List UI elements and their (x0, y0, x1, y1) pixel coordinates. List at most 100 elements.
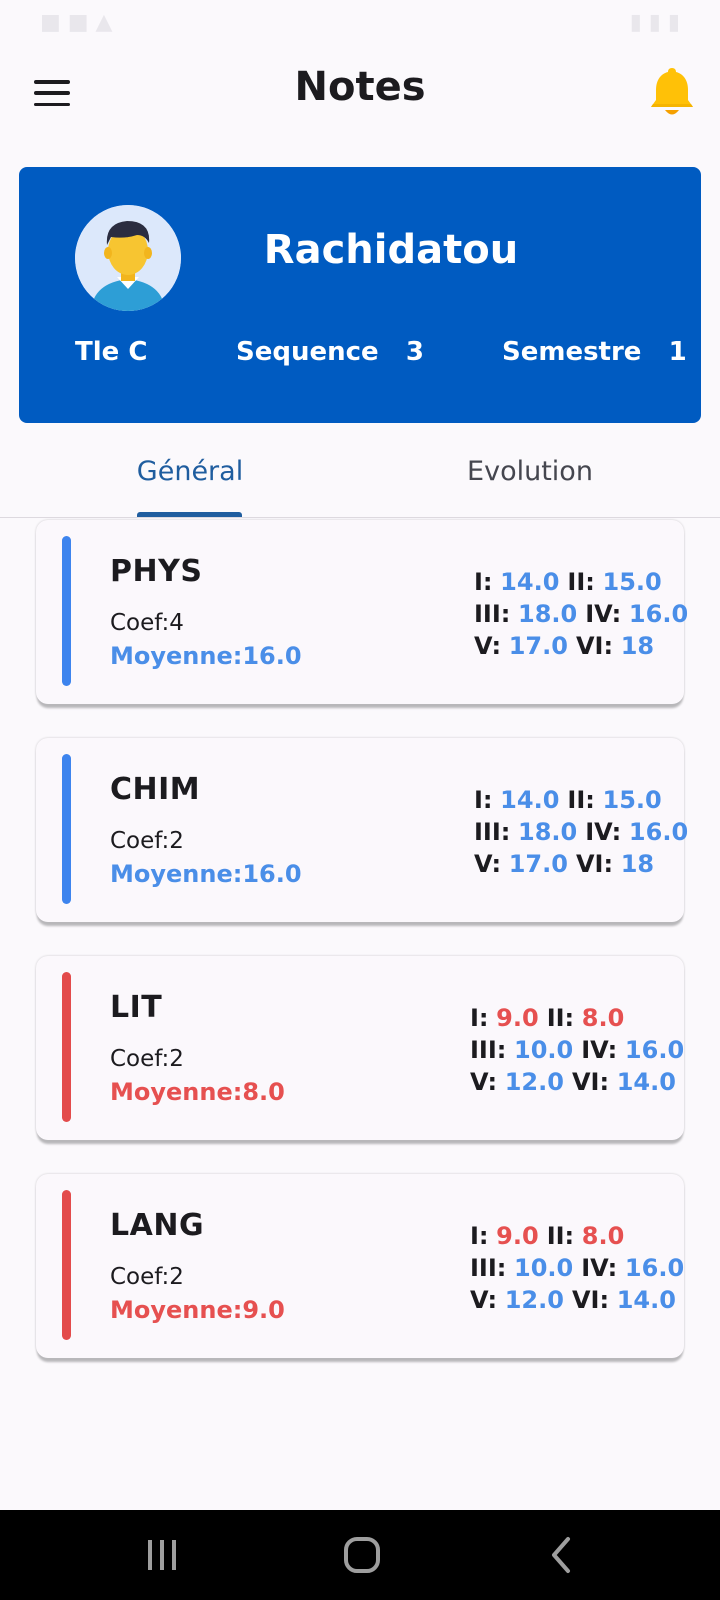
tab-indicator (137, 512, 242, 517)
grade-value: 16.0 (628, 600, 689, 628)
grade-row: III: 18.0 IV: 16.0 (474, 598, 688, 630)
grade-value: 8.0 (581, 1222, 625, 1250)
grade-label: V: (470, 1068, 498, 1096)
grade-label: V: (470, 1286, 498, 1314)
grade-value: 18.0 (518, 818, 578, 846)
subject-card[interactable]: PHYS Coef:4 Moyenne:16.0 I: 14.0 II: 15.0 III… (36, 520, 688, 704)
grade-value: 15.0 (602, 786, 662, 814)
sequence-grades: I: 9.0 II: 8.0 III: 10.0 IV: 16.0 V: 12.0 VI:… (470, 1002, 684, 1098)
back-icon[interactable] (532, 1530, 592, 1580)
grade-label: IV: (581, 1254, 618, 1282)
grade-row: I: 14.0 II: 15.0 (474, 566, 674, 598)
student-sequence: Sequence 3 (236, 337, 424, 367)
grade-row: III: 10.0 IV: 16.0 (470, 1034, 684, 1066)
grade-value: 17.0 (508, 850, 568, 878)
grade-label: I: (470, 1004, 489, 1032)
grade-value: 10.0 (514, 1254, 574, 1282)
grade-row: I: 9.0 II: 8.0 (470, 1002, 670, 1034)
grade-value: 17.0 (508, 632, 568, 660)
subject-list-viewport[interactable]: MATHCoef:6Moyenne:16.0I: 14.0II: 15.0III… (0, 518, 720, 1510)
grade-label: III: (470, 1036, 507, 1064)
grade-label: VI: (575, 850, 614, 878)
status-system-icons: ▮ ▮ ▮ (629, 9, 680, 35)
status-left: ■ ■ ▲ (40, 10, 112, 35)
grade-value: 16.0 (624, 1036, 685, 1064)
grade-label: VI: (571, 1286, 610, 1314)
grade-value: 10.0 (514, 1036, 574, 1064)
student-class: Tle C (75, 337, 148, 367)
grade-value: 14.0 (500, 786, 560, 814)
status-right: ▮ ▮ ▮ (630, 10, 680, 35)
grade-row: V: 17.0 VI: 18 (474, 848, 674, 880)
grade-row: V: 12.0 VI: 14.0 (470, 1284, 676, 1316)
grade-value: 9.0 (496, 1004, 539, 1032)
grade-value: 18 (620, 632, 655, 660)
grade-row: I: 14.0 II: 15.0 (474, 784, 674, 816)
grade-label: II: (567, 786, 595, 814)
grade-value: 8.0 (581, 1004, 625, 1032)
grade-label: II: (546, 1004, 575, 1032)
sequence-grades: I: 14.0 II: 15.0 III: 18.0 IV: 16.0 V: 17.0 V… (474, 566, 688, 662)
grade-value: 14.0 (616, 1068, 676, 1096)
grade-value: 16.0 (624, 1254, 685, 1282)
home-icon[interactable] (332, 1530, 392, 1580)
status-bar: ■ ■ ▲ ▮ ▮ ▮ (0, 0, 720, 44)
grade-row: III: 10.0 IV: 16.0 (470, 1252, 684, 1284)
subject-average: Moyenne:16.0 (110, 642, 302, 670)
grade-value: 18.0 (518, 600, 578, 628)
grade-value: 15.0 (602, 568, 662, 596)
subject-card[interactable]: LIT Coef:2 Moyenne:8.0 I: 9.0 II: 8.0 III: 10… (36, 956, 684, 1140)
subject-coef: Coef:2 (110, 1046, 184, 1072)
grade-row: I: 9.0 II: 8.0 (470, 1220, 670, 1252)
subject-status-bar (62, 754, 71, 904)
semester-value: 1 (668, 337, 687, 367)
student-name: Rachidatou (263, 227, 519, 273)
grade-row: V: 12.0 VI: 14.0 (470, 1066, 676, 1098)
grade-label: I: (474, 568, 493, 596)
subject-status-bar (62, 972, 71, 1122)
grade-label: VI: (575, 632, 614, 660)
page-title: Notes (294, 64, 426, 110)
bell-icon[interactable] (646, 64, 698, 120)
sequence-grades: I: 14.0 II: 15.0 III: 18.0 IV: 16.0 V: 17.0 V… (474, 784, 688, 880)
grade-label: I: (470, 1222, 489, 1250)
grade-label: V: (474, 632, 502, 660)
grade-value: 16.0 (628, 818, 689, 846)
grade-label: IV: (585, 600, 622, 628)
student-semester: Semestre 1 (502, 337, 687, 367)
subject-average: Moyenne:9.0 (110, 1296, 285, 1324)
system-nav-bar (0, 1510, 720, 1600)
grade-label: III: (470, 1254, 507, 1282)
grade-row: V: 17.0 VI: 18 (474, 630, 674, 662)
semester-label: Semestre (502, 337, 642, 367)
tab-bar: Général Evolution (0, 428, 720, 518)
subject-average: Moyenne:16.0 (110, 860, 302, 888)
subject-card[interactable]: LANG Coef:2 Moyenne:9.0 I: 9.0 II: 8.0 III: 1… (36, 1174, 684, 1358)
grade-value: 12.0 (504, 1068, 564, 1096)
grade-label: III: (474, 600, 511, 628)
tab-evolution[interactable]: Evolution (440, 456, 620, 487)
grade-value: 12.0 (504, 1286, 564, 1314)
sequence-grades: I: 9.0 II: 8.0 III: 10.0 IV: 16.0 V: 12.0 VI:… (470, 1220, 684, 1316)
grade-value: 18 (620, 850, 655, 878)
grade-label: III: (474, 818, 511, 846)
avatar (75, 205, 181, 311)
subject-name: LANG (110, 1208, 205, 1243)
grade-label: VI: (571, 1068, 610, 1096)
grade-label: V: (474, 850, 502, 878)
recent-apps-icon[interactable] (132, 1530, 192, 1580)
subject-average: Moyenne:8.0 (110, 1078, 285, 1106)
grade-label: I: (474, 786, 493, 814)
sequence-label: Sequence (236, 337, 379, 367)
subject-name: CHIM (110, 772, 201, 807)
tab-general[interactable]: Général (100, 456, 280, 487)
subject-card[interactable]: CHIM Coef:2 Moyenne:16.0 I: 14.0 II: 15.0 III… (36, 738, 688, 922)
app-bar: Notes (0, 44, 720, 140)
subject-name: PHYS (110, 554, 203, 589)
grade-label: II: (546, 1222, 575, 1250)
grade-label: IV: (585, 818, 622, 846)
student-profile-card: Rachidatou Tle C Sequence 3 Semestre 1 (19, 167, 701, 423)
subject-coef: Coef:4 (110, 610, 184, 636)
grade-label: II: (567, 568, 595, 596)
subject-name: LIT (110, 990, 163, 1025)
